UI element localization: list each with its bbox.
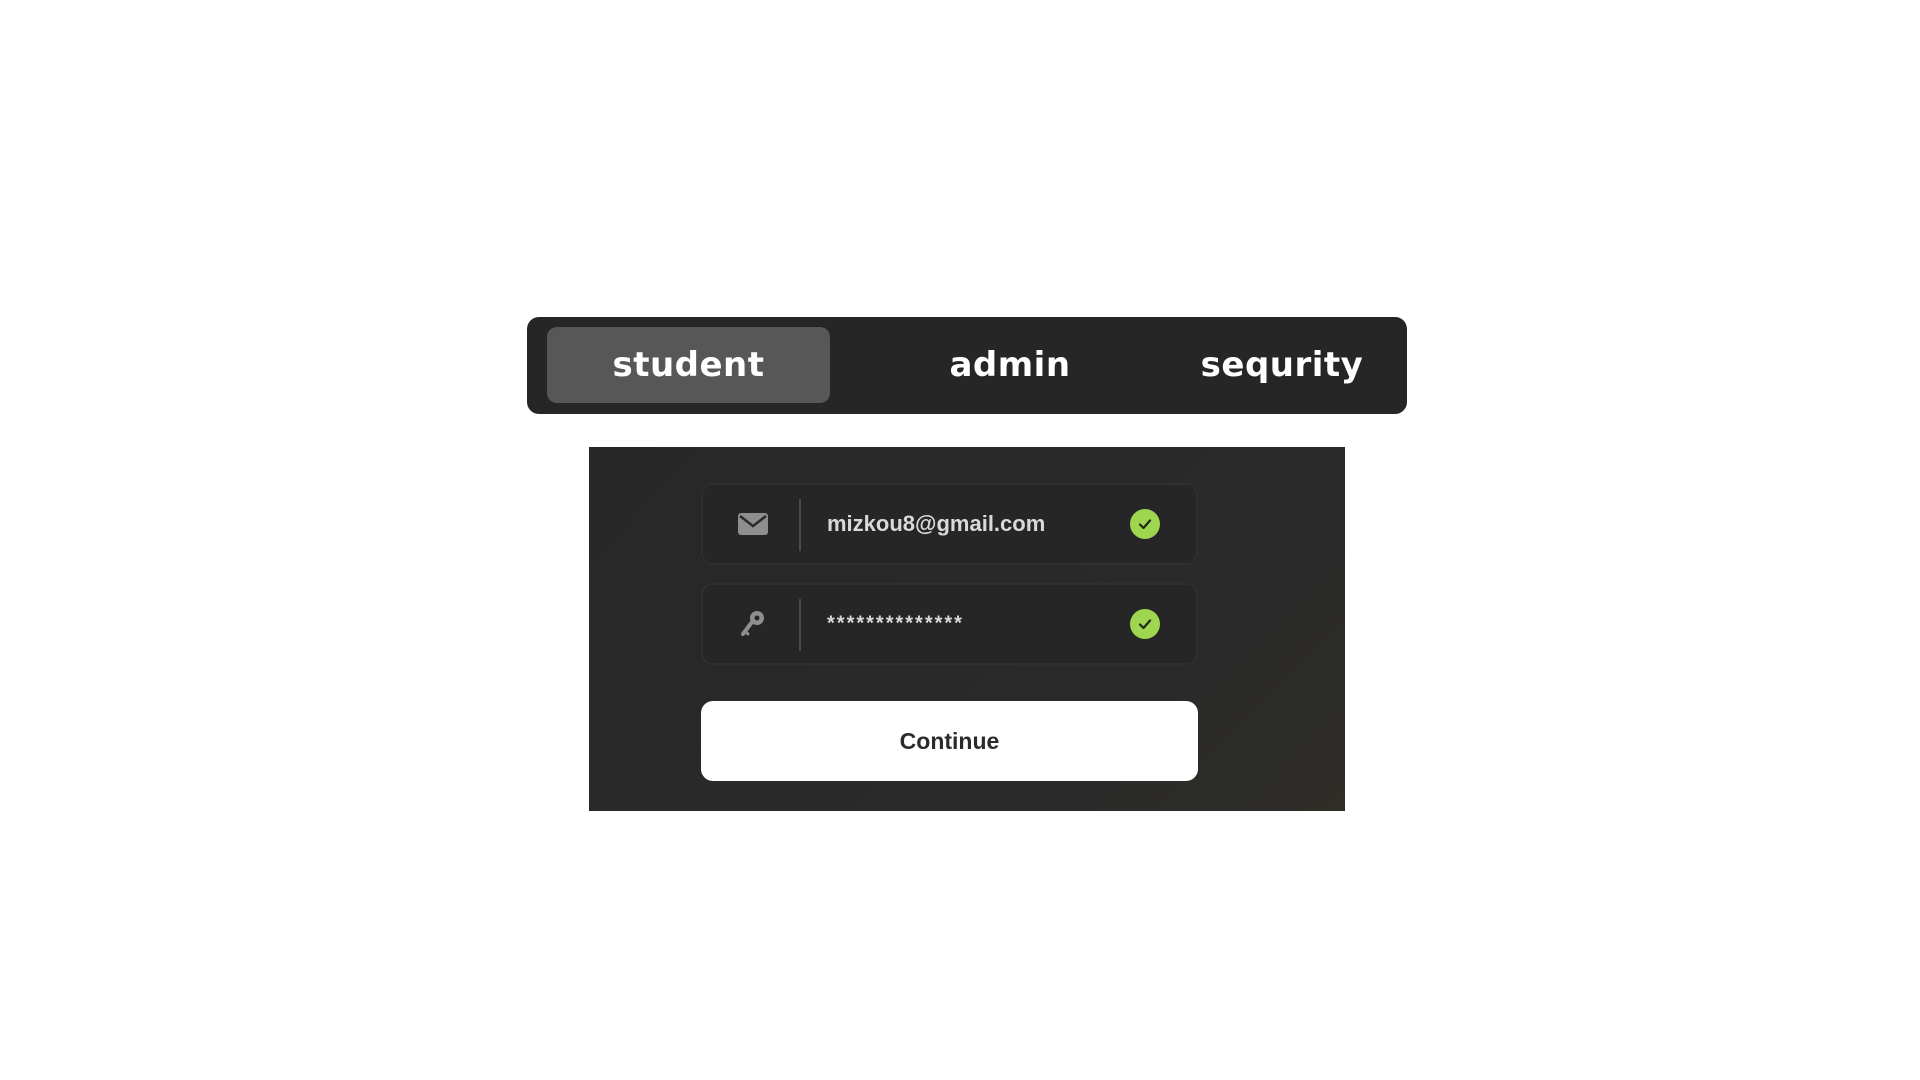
mail-icon bbox=[737, 510, 769, 538]
password-field[interactable] bbox=[701, 583, 1198, 665]
field-divider bbox=[799, 599, 801, 651]
email-valid-check-icon bbox=[1130, 509, 1160, 539]
key-icon bbox=[737, 610, 769, 638]
login-panel: Continue bbox=[589, 447, 1345, 811]
tab-sequrity[interactable]: sequrity bbox=[1167, 327, 1397, 403]
email-field[interactable] bbox=[701, 483, 1198, 565]
field-divider bbox=[799, 499, 801, 551]
password-input[interactable] bbox=[827, 612, 1117, 636]
tab-student[interactable]: student bbox=[547, 327, 830, 403]
password-valid-check-icon bbox=[1130, 609, 1160, 639]
role-tab-bar: student admin sequrity bbox=[527, 317, 1407, 414]
email-input[interactable] bbox=[827, 511, 1117, 537]
tab-admin[interactable]: admin bbox=[870, 327, 1150, 403]
continue-button[interactable]: Continue bbox=[701, 701, 1198, 781]
